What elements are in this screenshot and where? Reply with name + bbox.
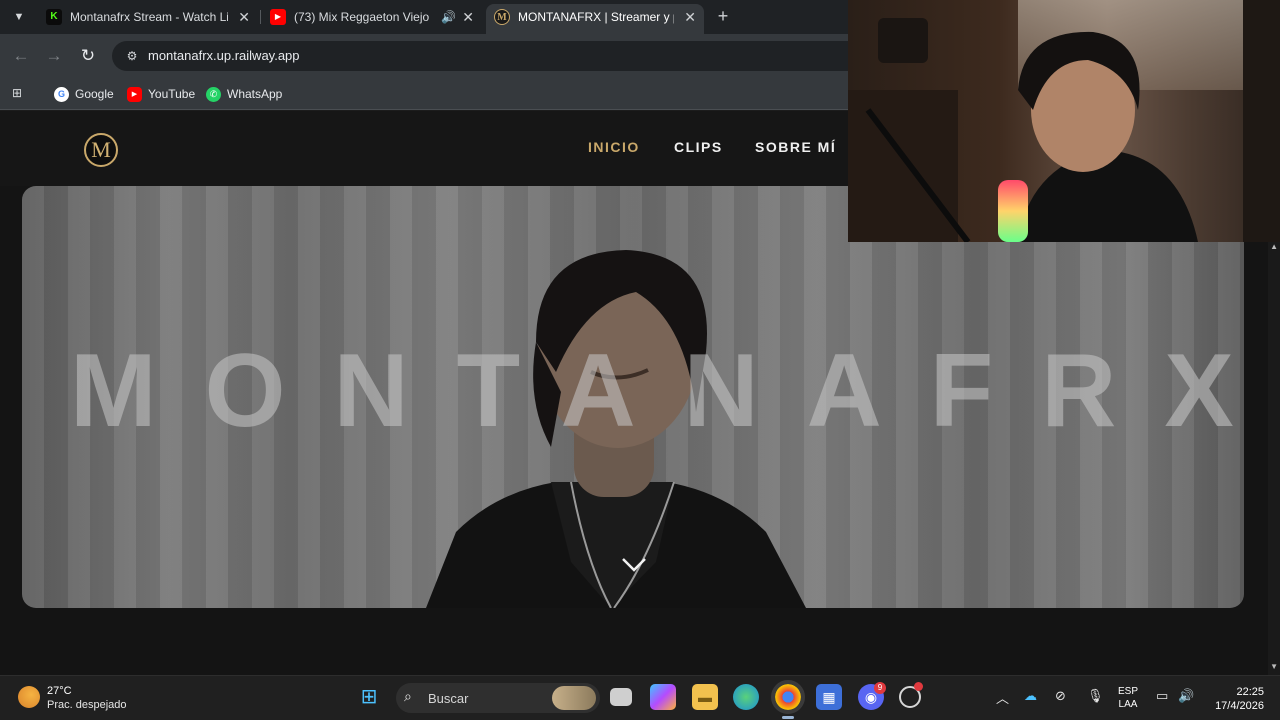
network-off-icon[interactable]: ⊘ bbox=[1055, 688, 1066, 704]
youtube-icon: ▶ bbox=[127, 87, 142, 103]
bookmark-whatsapp[interactable]: ✆ WhatsApp bbox=[206, 84, 282, 104]
bookmark-label: WhatsApp bbox=[227, 87, 283, 101]
weather-temperature[interactable]: 27°C bbox=[47, 685, 72, 697]
microsoft-store-icon[interactable]: ▦ bbox=[816, 684, 842, 710]
language-indicator[interactable]: ESP LAA bbox=[1118, 685, 1138, 711]
tab-close-icon[interactable]: ✕ bbox=[238, 4, 250, 30]
bookmark-label: Google bbox=[75, 87, 114, 101]
system-clock[interactable]: 22:25 17/4/2026 bbox=[1206, 685, 1264, 713]
reload-icon[interactable]: ↻ bbox=[77, 45, 99, 67]
forward-arrow-icon[interactable]: → bbox=[43, 45, 65, 67]
nav-clips[interactable]: CLIPS bbox=[674, 139, 723, 155]
keyboard-layout: LAA bbox=[1118, 699, 1138, 710]
nav-sobre-mi[interactable]: SOBRE MÍ bbox=[755, 139, 836, 155]
apps-grid-icon[interactable]: ⊞ bbox=[12, 86, 26, 100]
scroll-up-arrow-icon[interactable]: ▲ bbox=[1270, 242, 1278, 251]
bookmark-google[interactable]: G Google bbox=[54, 84, 114, 104]
scroll-down-chevron-icon[interactable] bbox=[620, 556, 648, 574]
tab-kick-stream[interactable]: K Montanafrx Stream - Watch Live ✕ bbox=[38, 4, 258, 34]
obs-recording-dot bbox=[914, 682, 923, 691]
new-tab-plus-icon[interactable]: + bbox=[712, 6, 734, 28]
chrome-active-indicator bbox=[782, 716, 794, 719]
tab-title: (73) Mix Reggaeton Viejo 🔥 bbox=[294, 10, 434, 24]
show-hidden-icons-chevron-icon[interactable]: ︿ bbox=[996, 688, 1009, 707]
volume-icon[interactable]: 🔊 bbox=[1178, 688, 1194, 704]
tab-montanafrx-site[interactable]: M MONTANAFRX | Streamer y personaje ✕ bbox=[486, 4, 704, 34]
back-arrow-icon[interactable]: ← bbox=[10, 45, 32, 67]
kick-icon: K bbox=[46, 9, 62, 25]
windows-taskbar: 27°C Prac. despejado ⊞ ⌕ Buscar ▬ ▦ ◉ 9 … bbox=[0, 675, 1280, 720]
google-icon: G bbox=[54, 87, 69, 103]
site-logo[interactable]: M bbox=[84, 133, 118, 167]
tab-close-icon[interactable]: ✕ bbox=[462, 4, 474, 30]
url-text[interactable]: montanafrx.up.railway.app bbox=[148, 48, 300, 63]
site-settings-icon[interactable]: ⚙ bbox=[124, 48, 140, 64]
tab-youtube-mix[interactable]: ▶ (73) Mix Reggaeton Viejo 🔥 🔊 ✕ bbox=[262, 4, 482, 34]
hero-title: MONTANAFRX bbox=[70, 333, 1244, 449]
onedrive-cloud-icon[interactable]: ☁ bbox=[1024, 688, 1037, 704]
webcam-overlay bbox=[848, 0, 1280, 242]
search-highlight-image bbox=[552, 686, 596, 710]
montanafrx-logo-icon: M bbox=[494, 9, 510, 25]
chrome-icon[interactable] bbox=[771, 680, 805, 714]
discord-notification-badge: 9 bbox=[874, 682, 886, 694]
clock-date: 17/4/2026 bbox=[1215, 700, 1264, 712]
bookmark-label: YouTube bbox=[148, 87, 196, 101]
youtube-icon: ▶ bbox=[270, 9, 286, 25]
tab-search-chevron-icon[interactable]: ▼ bbox=[8, 6, 30, 28]
page-scrollbar[interactable] bbox=[1268, 232, 1280, 675]
scroll-down-arrow-icon[interactable]: ▼ bbox=[1270, 662, 1278, 671]
nav-inicio[interactable]: INICIO bbox=[588, 139, 640, 155]
file-explorer-icon[interactable]: ▬ bbox=[692, 684, 718, 710]
task-view-icon[interactable] bbox=[610, 688, 632, 706]
copilot-icon[interactable] bbox=[650, 684, 676, 710]
display-icon[interactable]: ▭ bbox=[1156, 688, 1168, 704]
bookmark-youtube[interactable]: ▶ YouTube bbox=[127, 84, 195, 104]
audio-playing-icon[interactable]: 🔊 bbox=[441, 4, 456, 30]
search-icon: ⌕ bbox=[404, 688, 412, 704]
search-placeholder: Buscar bbox=[428, 691, 469, 706]
weather-description[interactable]: Prac. despejado bbox=[47, 699, 127, 711]
rgb-microphone bbox=[998, 180, 1028, 242]
language-code: ESP bbox=[1118, 686, 1139, 697]
taskbar-search[interactable]: ⌕ Buscar bbox=[396, 683, 600, 713]
windows-start-icon[interactable]: ⊞ bbox=[356, 684, 382, 710]
tab-divider bbox=[260, 10, 261, 24]
clock-time: 22:25 bbox=[1236, 686, 1264, 698]
webcam-streamer-image bbox=[848, 0, 1280, 242]
tab-title: MONTANAFRX | Streamer y personaje bbox=[518, 10, 674, 24]
hero-banner: MONTANAFRX bbox=[22, 186, 1244, 608]
weather-sun-icon[interactable] bbox=[18, 686, 40, 708]
edge-icon[interactable] bbox=[733, 684, 759, 710]
tab-close-icon[interactable]: ✕ bbox=[684, 4, 696, 30]
tab-title: Montanafrx Stream - Watch Live bbox=[70, 10, 228, 24]
microphone-icon[interactable]: 🎙 bbox=[1087, 688, 1104, 704]
whatsapp-icon: ✆ bbox=[206, 87, 221, 103]
